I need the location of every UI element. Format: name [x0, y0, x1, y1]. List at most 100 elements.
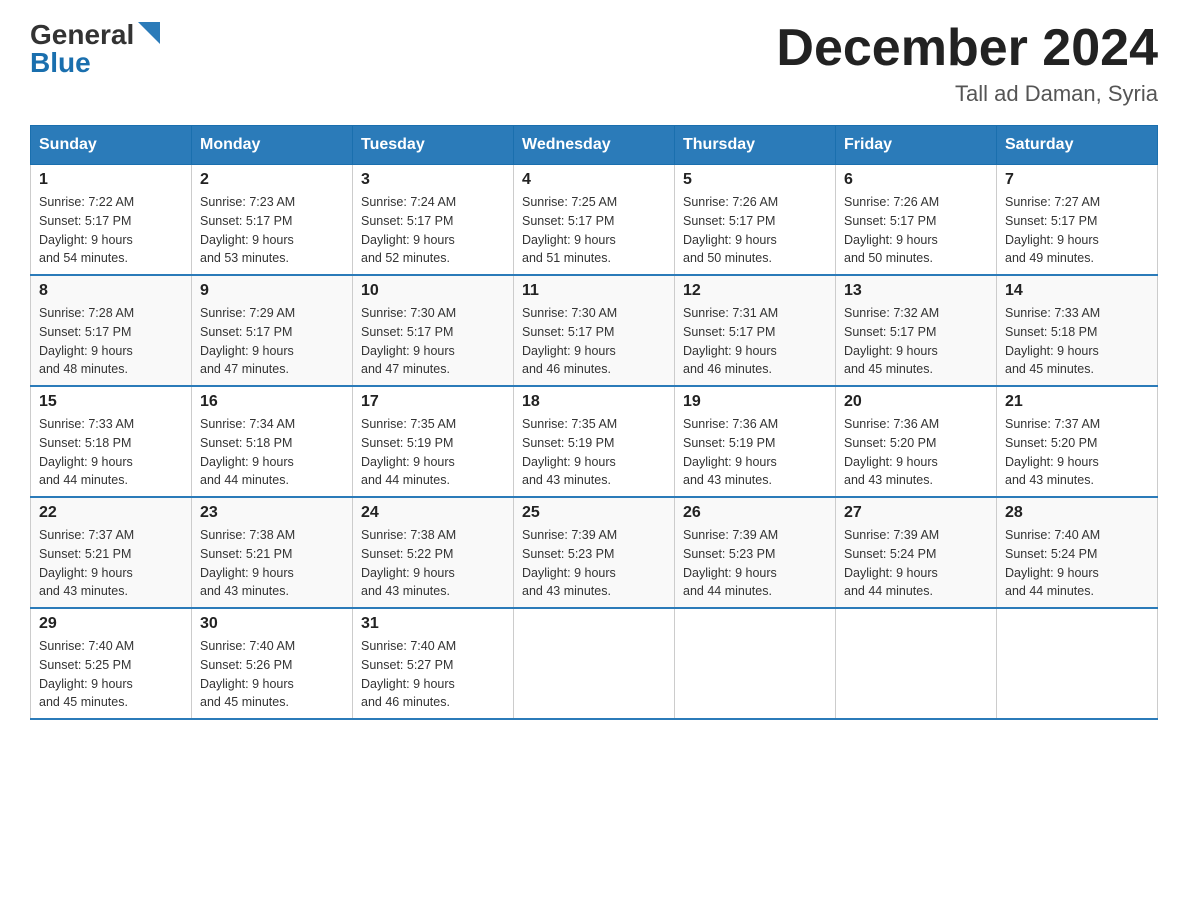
day-info: Sunrise: 7:34 AM Sunset: 5:18 PM Dayligh…: [200, 415, 344, 490]
day-number: 23: [200, 504, 344, 522]
calendar-cell: 26 Sunrise: 7:39 AM Sunset: 5:23 PM Dayl…: [675, 497, 836, 608]
day-info: Sunrise: 7:40 AM Sunset: 5:25 PM Dayligh…: [39, 637, 183, 712]
calendar-cell: 14 Sunrise: 7:33 AM Sunset: 5:18 PM Dayl…: [997, 275, 1158, 386]
day-info: Sunrise: 7:40 AM Sunset: 5:24 PM Dayligh…: [1005, 526, 1149, 601]
day-number: 5: [683, 171, 827, 189]
weekday-header-saturday: Saturday: [997, 126, 1158, 165]
day-number: 20: [844, 393, 988, 411]
calendar-cell: 6 Sunrise: 7:26 AM Sunset: 5:17 PM Dayli…: [836, 165, 997, 276]
day-info: Sunrise: 7:28 AM Sunset: 5:17 PM Dayligh…: [39, 304, 183, 379]
day-number: 27: [844, 504, 988, 522]
calendar-cell: 22 Sunrise: 7:37 AM Sunset: 5:21 PM Dayl…: [31, 497, 192, 608]
day-number: 18: [522, 393, 666, 411]
day-number: 24: [361, 504, 505, 522]
calendar-week-row: 1 Sunrise: 7:22 AM Sunset: 5:17 PM Dayli…: [31, 165, 1158, 276]
calendar-cell: 24 Sunrise: 7:38 AM Sunset: 5:22 PM Dayl…: [353, 497, 514, 608]
calendar-cell: 21 Sunrise: 7:37 AM Sunset: 5:20 PM Dayl…: [997, 386, 1158, 497]
weekday-header-tuesday: Tuesday: [353, 126, 514, 165]
day-number: 3: [361, 171, 505, 189]
location-title: Tall ad Daman, Syria: [776, 81, 1158, 107]
day-number: 28: [1005, 504, 1149, 522]
day-number: 15: [39, 393, 183, 411]
day-info: Sunrise: 7:33 AM Sunset: 5:18 PM Dayligh…: [39, 415, 183, 490]
day-number: 16: [200, 393, 344, 411]
day-info: Sunrise: 7:22 AM Sunset: 5:17 PM Dayligh…: [39, 193, 183, 268]
day-info: Sunrise: 7:39 AM Sunset: 5:23 PM Dayligh…: [683, 526, 827, 601]
day-info: Sunrise: 7:37 AM Sunset: 5:20 PM Dayligh…: [1005, 415, 1149, 490]
calendar-cell: 25 Sunrise: 7:39 AM Sunset: 5:23 PM Dayl…: [514, 497, 675, 608]
calendar-cell: 28 Sunrise: 7:40 AM Sunset: 5:24 PM Dayl…: [997, 497, 1158, 608]
calendar-cell: 2 Sunrise: 7:23 AM Sunset: 5:17 PM Dayli…: [192, 165, 353, 276]
day-number: 10: [361, 282, 505, 300]
day-number: 12: [683, 282, 827, 300]
calendar-cell: 31 Sunrise: 7:40 AM Sunset: 5:27 PM Dayl…: [353, 608, 514, 719]
calendar-cell: 5 Sunrise: 7:26 AM Sunset: 5:17 PM Dayli…: [675, 165, 836, 276]
calendar-cell: 12 Sunrise: 7:31 AM Sunset: 5:17 PM Dayl…: [675, 275, 836, 386]
day-number: 26: [683, 504, 827, 522]
calendar-cell: 18 Sunrise: 7:35 AM Sunset: 5:19 PM Dayl…: [514, 386, 675, 497]
weekday-header-row: SundayMondayTuesdayWednesdayThursdayFrid…: [31, 126, 1158, 165]
day-info: Sunrise: 7:36 AM Sunset: 5:19 PM Dayligh…: [683, 415, 827, 490]
day-info: Sunrise: 7:40 AM Sunset: 5:27 PM Dayligh…: [361, 637, 505, 712]
calendar-cell: 13 Sunrise: 7:32 AM Sunset: 5:17 PM Dayl…: [836, 275, 997, 386]
day-info: Sunrise: 7:35 AM Sunset: 5:19 PM Dayligh…: [361, 415, 505, 490]
day-number: 19: [683, 393, 827, 411]
day-number: 31: [361, 615, 505, 633]
day-info: Sunrise: 7:35 AM Sunset: 5:19 PM Dayligh…: [522, 415, 666, 490]
day-info: Sunrise: 7:33 AM Sunset: 5:18 PM Dayligh…: [1005, 304, 1149, 379]
day-number: 14: [1005, 282, 1149, 300]
calendar-cell: [836, 608, 997, 719]
day-number: 8: [39, 282, 183, 300]
day-info: Sunrise: 7:37 AM Sunset: 5:21 PM Dayligh…: [39, 526, 183, 601]
day-info: Sunrise: 7:36 AM Sunset: 5:20 PM Dayligh…: [844, 415, 988, 490]
calendar-cell: 9 Sunrise: 7:29 AM Sunset: 5:17 PM Dayli…: [192, 275, 353, 386]
day-number: 22: [39, 504, 183, 522]
calendar-cell: 29 Sunrise: 7:40 AM Sunset: 5:25 PM Dayl…: [31, 608, 192, 719]
day-number: 11: [522, 282, 666, 300]
day-number: 13: [844, 282, 988, 300]
day-number: 2: [200, 171, 344, 189]
calendar-cell: [514, 608, 675, 719]
day-info: Sunrise: 7:26 AM Sunset: 5:17 PM Dayligh…: [844, 193, 988, 268]
calendar-week-row: 8 Sunrise: 7:28 AM Sunset: 5:17 PM Dayli…: [31, 275, 1158, 386]
calendar-cell: 7 Sunrise: 7:27 AM Sunset: 5:17 PM Dayli…: [997, 165, 1158, 276]
weekday-header-sunday: Sunday: [31, 126, 192, 165]
title-area: December 2024 Tall ad Daman, Syria: [776, 20, 1158, 107]
calendar-cell: 15 Sunrise: 7:33 AM Sunset: 5:18 PM Dayl…: [31, 386, 192, 497]
day-info: Sunrise: 7:39 AM Sunset: 5:24 PM Dayligh…: [844, 526, 988, 601]
weekday-header-thursday: Thursday: [675, 126, 836, 165]
calendar-cell: 1 Sunrise: 7:22 AM Sunset: 5:17 PM Dayli…: [31, 165, 192, 276]
day-number: 29: [39, 615, 183, 633]
calendar-cell: 16 Sunrise: 7:34 AM Sunset: 5:18 PM Dayl…: [192, 386, 353, 497]
calendar-cell: 23 Sunrise: 7:38 AM Sunset: 5:21 PM Dayl…: [192, 497, 353, 608]
calendar-cell: 20 Sunrise: 7:36 AM Sunset: 5:20 PM Dayl…: [836, 386, 997, 497]
day-number: 1: [39, 171, 183, 189]
day-number: 7: [1005, 171, 1149, 189]
day-info: Sunrise: 7:32 AM Sunset: 5:17 PM Dayligh…: [844, 304, 988, 379]
day-info: Sunrise: 7:39 AM Sunset: 5:23 PM Dayligh…: [522, 526, 666, 601]
day-number: 9: [200, 282, 344, 300]
logo-blue-text: Blue: [30, 49, 91, 77]
calendar-cell: [675, 608, 836, 719]
weekday-header-friday: Friday: [836, 126, 997, 165]
logo-general-text: General: [30, 21, 134, 49]
calendar-week-row: 29 Sunrise: 7:40 AM Sunset: 5:25 PM Dayl…: [31, 608, 1158, 719]
day-number: 4: [522, 171, 666, 189]
day-number: 6: [844, 171, 988, 189]
day-info: Sunrise: 7:29 AM Sunset: 5:17 PM Dayligh…: [200, 304, 344, 379]
calendar-cell: 19 Sunrise: 7:36 AM Sunset: 5:19 PM Dayl…: [675, 386, 836, 497]
logo: General Blue: [30, 20, 160, 77]
day-info: Sunrise: 7:38 AM Sunset: 5:21 PM Dayligh…: [200, 526, 344, 601]
day-info: Sunrise: 7:38 AM Sunset: 5:22 PM Dayligh…: [361, 526, 505, 601]
calendar-cell: 17 Sunrise: 7:35 AM Sunset: 5:19 PM Dayl…: [353, 386, 514, 497]
calendar-cell: 10 Sunrise: 7:30 AM Sunset: 5:17 PM Dayl…: [353, 275, 514, 386]
day-info: Sunrise: 7:25 AM Sunset: 5:17 PM Dayligh…: [522, 193, 666, 268]
calendar-cell: 27 Sunrise: 7:39 AM Sunset: 5:24 PM Dayl…: [836, 497, 997, 608]
day-info: Sunrise: 7:31 AM Sunset: 5:17 PM Dayligh…: [683, 304, 827, 379]
calendar-cell: 8 Sunrise: 7:28 AM Sunset: 5:17 PM Dayli…: [31, 275, 192, 386]
calendar-cell: 4 Sunrise: 7:25 AM Sunset: 5:17 PM Dayli…: [514, 165, 675, 276]
day-info: Sunrise: 7:30 AM Sunset: 5:17 PM Dayligh…: [522, 304, 666, 379]
day-info: Sunrise: 7:30 AM Sunset: 5:17 PM Dayligh…: [361, 304, 505, 379]
month-title: December 2024: [776, 20, 1158, 77]
weekday-header-monday: Monday: [192, 126, 353, 165]
